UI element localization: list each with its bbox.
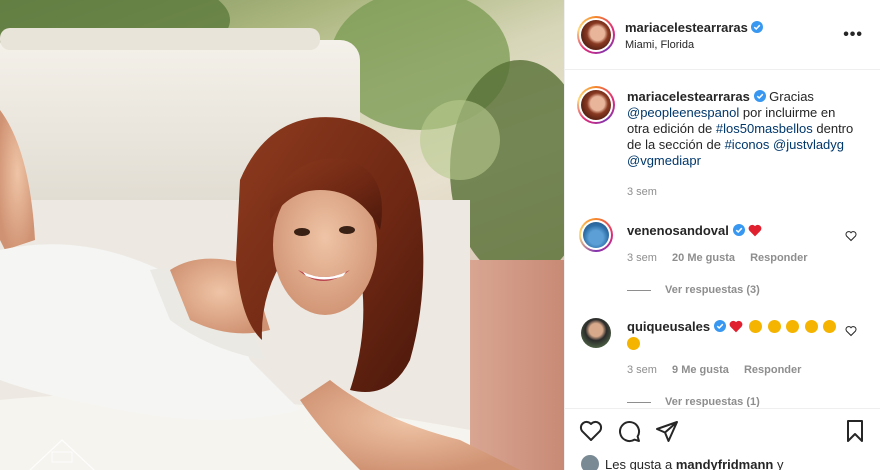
comment-likes[interactable]: 20 Me gusta [672,252,735,264]
caption-text: mariacelestearraras Gracias @peopleenesp… [627,89,861,169]
reply-button[interactable]: Responder [750,252,807,264]
likes-summary: Les gusta a mandyfridmann y [581,455,783,470]
verified-badge-icon [751,21,764,33]
view-replies-button[interactable]: Ver respuestas (1) [627,396,760,407]
verified-badge-icon [732,224,745,236]
like-comment-heart-icon[interactable] [845,230,857,242]
view-replies-button[interactable]: Ver respuestas (3) [627,284,760,296]
share-icon[interactable] [655,419,679,443]
caption-avatar[interactable] [577,86,615,124]
replies-divider [627,401,651,403]
post-detail-panel: mariacelestearraras Miami, Florida ••• m… [564,0,880,470]
comment-time[interactable]: 3 sem [627,364,657,376]
more-options-icon[interactable]: ••• [843,26,863,44]
comment-text: quiqueusales [627,318,837,352]
bookmark-icon[interactable] [843,419,867,443]
mention-link[interactable]: @vgmediapr [627,153,701,168]
red-heart-emoji [729,320,743,333]
liker-avatar[interactable] [581,455,599,470]
commenter-avatar[interactable] [581,318,611,348]
author-info: mariacelestearraras Miami, Florida [625,20,764,51]
commenter-username[interactable]: venenosandoval [627,223,729,238]
caption-time[interactable]: 3 sem [627,186,657,198]
post-header: mariacelestearraras Miami, Florida ••• [565,0,880,70]
like-comment-heart-icon[interactable] [845,325,857,337]
commenter-avatar[interactable] [579,218,613,252]
heart-icon[interactable] [579,419,603,443]
view-replies-label: Ver respuestas (1) [665,396,760,407]
post-photo[interactable] [0,0,564,470]
clapping-hands-emoji [627,337,640,350]
view-replies-label: Ver respuestas (3) [665,284,760,296]
post-location[interactable]: Miami, Florida [625,39,763,51]
hashtag-link[interactable]: #los50masbellos [716,121,813,136]
post-photo-illustration [0,0,564,470]
caption-word: Gracias [769,89,814,104]
likes-suffix: y [776,457,784,470]
mention-link[interactable]: @peopleenespanol [627,105,739,120]
commenter-username[interactable]: quiqueusales [627,319,710,334]
liker-username[interactable]: mandyfridmann [676,457,774,470]
verified-badge-icon [713,320,726,332]
clapping-hands-emoji [804,320,818,333]
clapping-hands-emoji [748,320,762,333]
comment-time[interactable]: 3 sem [627,252,657,264]
author-username[interactable]: mariacelestearraras [625,20,748,35]
clapping-hands-emoji [823,320,837,333]
hashtag-link[interactable]: #iconos [725,137,770,152]
clapping-hands-emoji [767,320,781,333]
replies-divider [627,289,651,291]
mention-link[interactable]: @justvladyg [773,137,844,152]
caption-author[interactable]: mariacelestearraras [627,89,750,104]
red-heart-emoji [748,224,762,237]
reply-button[interactable]: Responder [744,364,801,376]
likes-prefix: Les gusta a [605,457,673,470]
clapping-hands-emoji [786,320,800,333]
comment-icon[interactable] [617,419,641,443]
author-avatar[interactable] [577,16,615,54]
comment-text: venenosandoval [627,222,762,239]
verified-badge-icon [753,90,766,102]
comment-meta: 3 sem 9 Me gusta Responder [627,364,813,376]
comment-likes[interactable]: 9 Me gusta [672,364,729,376]
comment-meta: 3 sem 20 Me gusta Responder [627,252,820,264]
post-actions-bar: Les gusta a mandyfridmann y [565,408,880,470]
